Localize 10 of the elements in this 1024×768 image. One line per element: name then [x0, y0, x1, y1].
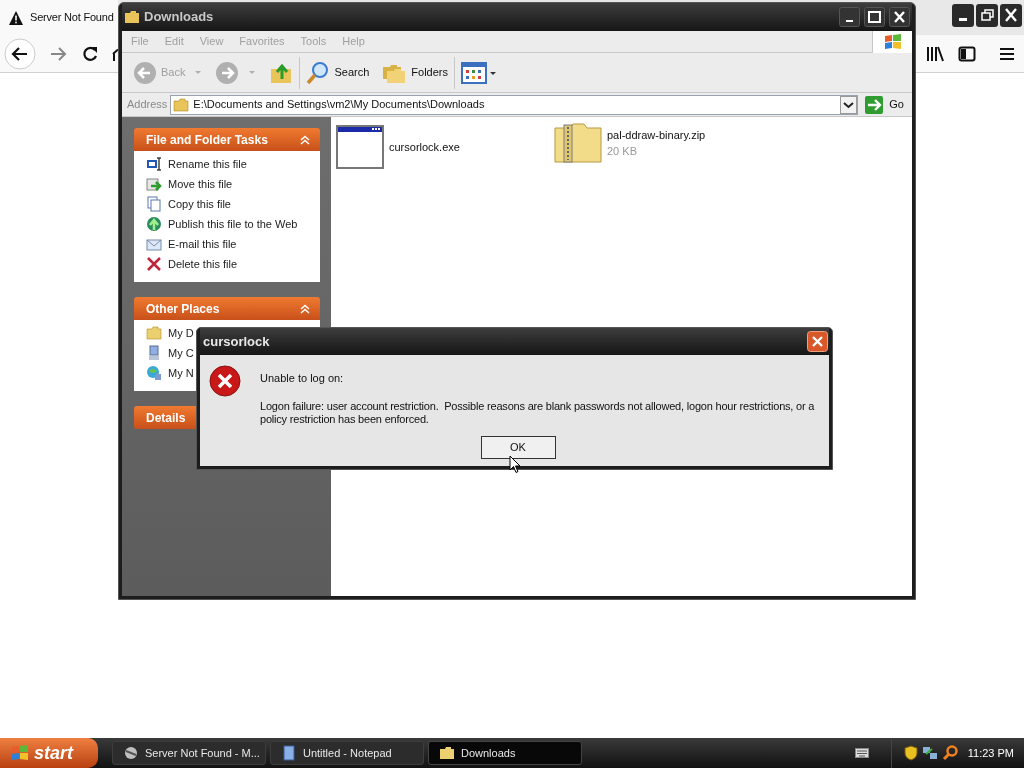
file-size: 20 KB [607, 144, 638, 159]
tab-title: Server Not Found [30, 10, 114, 26]
dialog-heading: Unable to log on: [260, 371, 345, 386]
dialog-message: Logon failure: user account restriction. Possible reasons are blank passwords not allowed, logon hour restrictions, or a policy restriction has been enforced. [260, 399, 816, 426]
address-label: Address [127, 97, 168, 113]
file-name: pal-ddraw-binary.zip [607, 127, 706, 143]
file-name: cursorlock.exe [389, 139, 460, 155]
window-title: Downloads [144, 8, 215, 27]
clock: 11:23 PM [967, 745, 1014, 761]
dialog-title: cursorlock [203, 332, 271, 351]
